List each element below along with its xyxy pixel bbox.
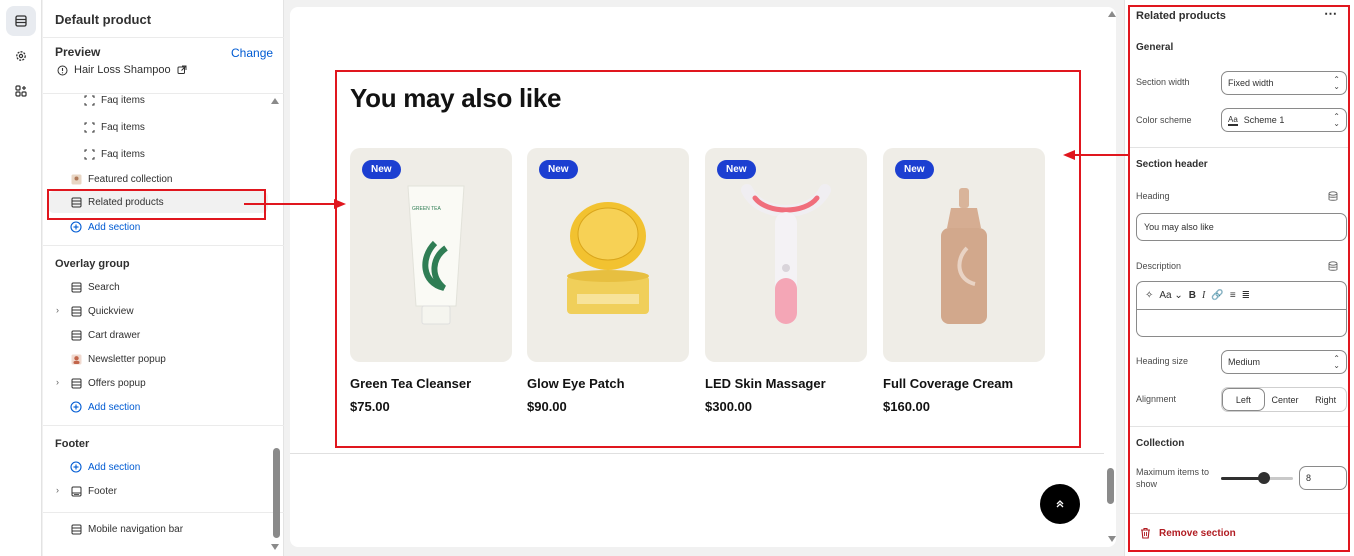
annotation-arrowhead-left xyxy=(334,199,346,209)
annotation-arrows xyxy=(244,150,1128,209)
annotation-arrowhead-right xyxy=(1063,150,1075,160)
theme-editor: Default product Preview Change Hair Loss… xyxy=(0,0,1354,556)
